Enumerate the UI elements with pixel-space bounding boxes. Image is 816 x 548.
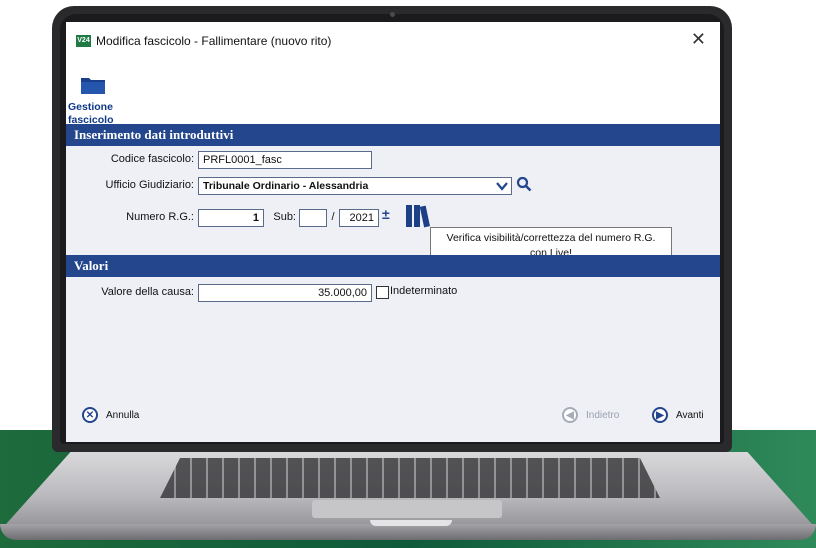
toolbar: Gestione fascicolo <box>66 66 720 126</box>
anno-input[interactable]: 2021 <box>339 209 379 227</box>
ufficio-selected-value: Tribunale Ordinario - Alessandria <box>203 180 369 192</box>
ufficio-giudiziario-select[interactable]: Tribunale Ordinario - Alessandria <box>198 177 512 195</box>
section-header-valori: Valori <box>66 255 720 277</box>
books-icon[interactable] <box>404 203 434 229</box>
valore-causa-input[interactable]: 35.000,00 <box>198 284 372 302</box>
slash-separator: / <box>331 211 335 223</box>
search-icon[interactable] <box>516 176 532 192</box>
arrow-left-icon: ◀ <box>562 407 578 423</box>
tooltip-line-1: Verifica visibilità/correttezza del nume… <box>446 232 656 244</box>
sub-label: Sub: <box>273 211 296 223</box>
camera-dot <box>390 12 395 17</box>
valore-label: Valore della causa: <box>101 286 194 298</box>
numero-rg-input[interactable]: 1 <box>198 209 264 227</box>
laptop-base-edge <box>0 524 816 540</box>
close-icon[interactable]: ✕ <box>691 29 706 50</box>
indeterminato-label: Indeterminato <box>390 285 458 297</box>
avanti-label: Avanti <box>676 409 704 421</box>
indietro-label: Indietro <box>586 409 620 421</box>
codice-label: Codice fascicolo: <box>110 153 194 165</box>
laptop-keyboard <box>160 458 660 498</box>
sub-input[interactable] <box>299 209 327 227</box>
indietro-button[interactable]: ◀ Indietro <box>562 407 619 423</box>
avanti-button[interactable]: ▶ Avanti <box>652 407 704 423</box>
arrow-right-icon: ▶ <box>652 407 668 423</box>
app-logo-icon: V24 <box>76 35 91 47</box>
title-bar: V24 Modifica fascicolo - Fallimentare (n… <box>66 22 720 66</box>
window-title: Modifica fascicolo - Fallimentare (nuovo… <box>96 34 332 48</box>
numero-rg-label: Numero R.G.: <box>126 211 194 223</box>
chevron-down-icon[interactable] <box>496 181 508 191</box>
laptop-trackpad <box>312 500 502 518</box>
close-circle-icon: ✕ <box>82 407 98 423</box>
section-header-intro: Inserimento dati introduttivi <box>66 124 720 146</box>
indeterminato-checkbox[interactable] <box>376 286 389 299</box>
annulla-button[interactable]: ✕ Annulla <box>82 407 139 423</box>
codice-fascicolo-input[interactable]: PRFL0001_fasc <box>198 151 372 169</box>
plus-minus-icon[interactable]: ± <box>382 206 390 222</box>
app-window: V24 Modifica fascicolo - Fallimentare (n… <box>66 22 720 442</box>
folder-icon[interactable] <box>80 74 106 96</box>
annulla-label: Annulla <box>106 409 140 421</box>
laptop-notch <box>370 520 452 526</box>
ufficio-label: Ufficio Giudiziario: <box>105 179 194 191</box>
